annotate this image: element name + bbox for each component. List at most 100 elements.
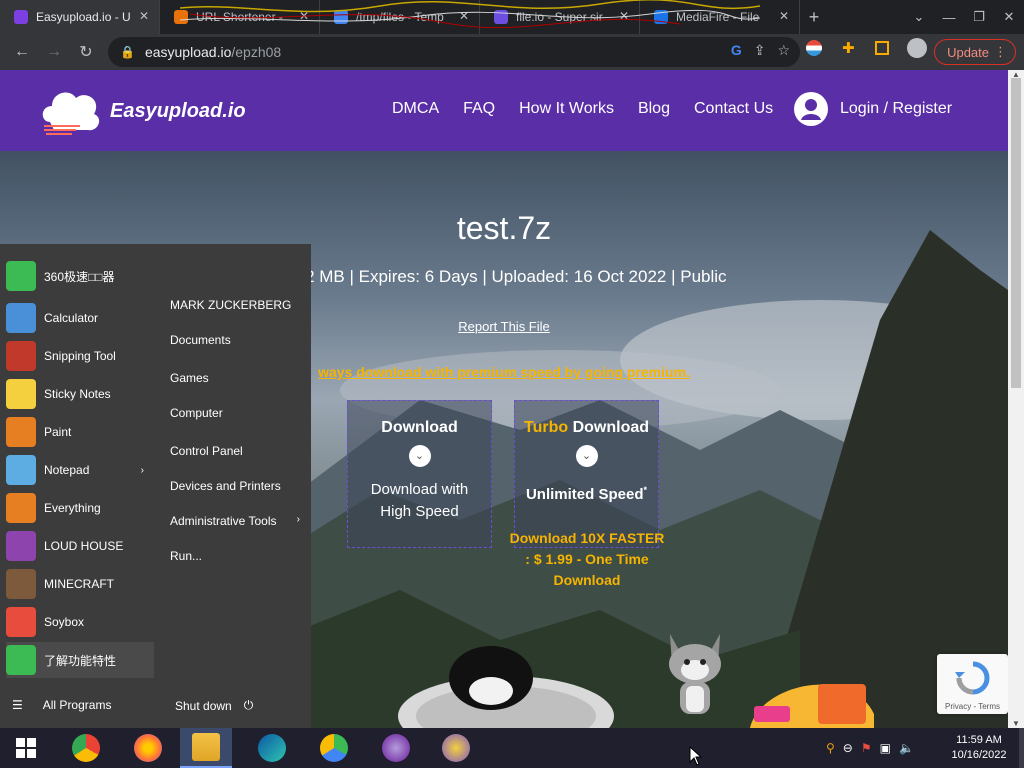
close-tab-icon[interactable]: ✕ xyxy=(617,9,631,23)
update-label: Update xyxy=(947,44,989,60)
browser-tab[interactable]: MediaFire - File ✕ xyxy=(640,0,800,34)
extensions-puzzle-icon[interactable]: ✚ xyxy=(842,39,855,57)
taskbar-app[interactable] xyxy=(430,728,482,768)
back-button[interactable]: ← xyxy=(6,36,38,68)
search-icon[interactable]: ⚲ xyxy=(826,741,835,755)
start-menu-program[interactable]: LOUD HOUSE xyxy=(6,528,154,564)
start-menu-place[interactable]: Run... xyxy=(170,549,300,563)
taskbar-app[interactable] xyxy=(180,728,232,768)
site-header: Easyupload.io DMCA FAQ How It Works Blog Con… xyxy=(0,70,1008,151)
start-menu-place[interactable]: Computer xyxy=(170,406,300,420)
taskbar-app[interactable] xyxy=(122,728,174,768)
forward-button[interactable]: → xyxy=(38,36,70,68)
action-center-flag-icon[interactable]: ⚑ xyxy=(861,741,872,755)
volume-icon[interactable]: 🔈 xyxy=(899,741,914,755)
update-button[interactable]: Update ⋮ xyxy=(934,39,1016,65)
start-menu-program[interactable]: 了解功能特性 xyxy=(6,642,154,678)
start-menu-place[interactable]: Documents xyxy=(170,333,300,347)
nav-link[interactable]: How It Works xyxy=(519,100,614,118)
file-explorer-icon xyxy=(192,733,220,761)
close-tab-icon[interactable]: ✕ xyxy=(137,9,151,23)
download-button[interactable]: Download ⌄ Download with High Speed xyxy=(347,400,492,548)
start-menu-program[interactable]: Calculator xyxy=(6,300,154,336)
browser-tab[interactable]: file.io - Super sir ✕ xyxy=(480,0,640,34)
login-register-link[interactable]: Login / Register xyxy=(794,92,952,126)
turbo-price-3: Download xyxy=(553,572,621,588)
bookmark-star-icon[interactable]: ☆ xyxy=(777,42,790,59)
soybox-icon xyxy=(6,607,36,637)
profile-avatar-icon[interactable] xyxy=(906,38,927,58)
start-menu-program[interactable]: MINECRAFT xyxy=(6,566,154,602)
all-programs-button[interactable]: ☰ All Programs xyxy=(12,698,111,712)
display-icon[interactable]: ▣ xyxy=(880,741,891,755)
taskbar-app[interactable] xyxy=(246,728,298,768)
show-desktop-button[interactable] xyxy=(1019,728,1024,768)
recaptcha-badge[interactable]: Privacy - Terms xyxy=(937,654,1008,714)
restore-button[interactable]: ❐ xyxy=(964,0,994,34)
turbo-asterisk: * xyxy=(643,485,648,495)
system-tray: ⚲ ⊖ ⚑ ▣ 🔈 xyxy=(826,728,914,768)
close-window-button[interactable]: ✕ xyxy=(994,0,1024,34)
report-label: Report This File xyxy=(458,319,550,334)
scroll-down-icon[interactable]: ▼ xyxy=(1012,719,1020,728)
program-label: 了解功能特性 xyxy=(44,653,117,668)
share-icon[interactable]: ⇪ xyxy=(754,42,766,59)
start-menu-program[interactable]: Notepad › xyxy=(6,452,154,488)
start-menu-footer: ☰ All Programs Shut down ⏻ xyxy=(0,684,311,728)
nav-link[interactable]: Blog xyxy=(638,100,670,118)
address-bar[interactable]: 🔒 easyupload.io/epzh08 G ⇪ ☆ xyxy=(108,37,800,67)
nav-link[interactable]: Contact Us xyxy=(694,100,773,118)
start-menu-place[interactable]: Administrative Tools › xyxy=(170,514,300,528)
page-scrollbar[interactable]: ▲ ▼ xyxy=(1008,70,1024,728)
side-panel-icon[interactable] xyxy=(874,41,889,55)
close-tab-icon[interactable]: ✕ xyxy=(297,9,311,23)
turbo-sub: Unlimited Speed xyxy=(525,486,644,503)
scrollbar-thumb[interactable] xyxy=(1011,78,1021,388)
start-menu-program[interactable]: Paint xyxy=(6,414,154,450)
start-menu-program[interactable]: Sticky Notes xyxy=(6,376,154,412)
tab-search-icon[interactable]: ⌄ xyxy=(904,0,934,34)
start-menu-place[interactable]: Control Panel xyxy=(170,444,300,458)
new-tab-button[interactable]: + xyxy=(800,0,828,34)
extension-flag-icon[interactable] xyxy=(806,40,822,56)
file-title: test.7z xyxy=(456,210,552,246)
taskbar-clock[interactable]: 11:59 AM 10/16/2022 xyxy=(944,733,1014,763)
program-label: 360极速□□器 xyxy=(44,269,115,284)
tab-label: URL Shortener - xyxy=(196,10,283,24)
google-lens-icon[interactable]: G xyxy=(731,42,742,59)
minimize-button[interactable]: — xyxy=(934,0,964,34)
reload-button[interactable]: ↻ xyxy=(70,36,102,68)
power-icon: ⏻ xyxy=(243,698,254,712)
start-menu-program[interactable]: Snipping Tool xyxy=(6,338,154,374)
menu-kebab-icon[interactable]: ⋮ xyxy=(994,44,1007,60)
tab-label: file.io - Super sir xyxy=(516,10,603,24)
notepad-icon xyxy=(6,455,36,485)
url-host: easyupload.io xyxy=(144,44,232,60)
place-label: Games xyxy=(170,371,209,385)
place-label: Run... xyxy=(170,549,203,563)
taskbar-app[interactable] xyxy=(60,728,112,768)
close-tab-icon[interactable]: ✕ xyxy=(457,9,471,23)
start-menu-place[interactable]: MARK ZUCKERBERG xyxy=(170,298,300,312)
everything-search-icon xyxy=(6,493,36,523)
taskbar-app[interactable] xyxy=(370,728,422,768)
start-menu-program[interactable]: 360极速□□器 xyxy=(6,258,154,294)
site-logo[interactable]: Easyupload.io xyxy=(40,84,246,138)
turbo-price-1: Download 10X FASTER xyxy=(509,530,665,546)
network-status-icon[interactable]: ⊖ xyxy=(843,741,853,755)
browser-tab[interactable]: URL Shortener - ✕ xyxy=(160,0,320,34)
taskbar: ⚲ ⊖ ⚑ ▣ 🔈 11:59 AM 10/16/2022 xyxy=(0,728,1024,768)
browser-tab[interactable]: Easyupload.io - U ✕ xyxy=(0,0,160,34)
taskbar-app[interactable] xyxy=(308,728,360,768)
start-menu-program[interactable]: Soybox xyxy=(6,604,154,640)
windows-start-button[interactable] xyxy=(0,728,52,768)
nav-link[interactable]: FAQ xyxy=(463,100,495,118)
nav-link[interactable]: DMCA xyxy=(392,100,439,118)
start-menu-program[interactable]: Everything xyxy=(6,490,154,526)
close-tab-icon[interactable]: ✕ xyxy=(777,9,791,23)
start-menu-place[interactable]: Games xyxy=(170,371,300,385)
turbo-download-button[interactable]: Turbo Download ⌄ Unlimited Speed* xyxy=(514,400,659,548)
browser-tab[interactable]: /tmp/files - Temp ✕ xyxy=(320,0,480,34)
start-menu-place[interactable]: Devices and Printers xyxy=(170,479,300,493)
shutdown-button[interactable]: Shut down ⏻ xyxy=(175,698,253,713)
